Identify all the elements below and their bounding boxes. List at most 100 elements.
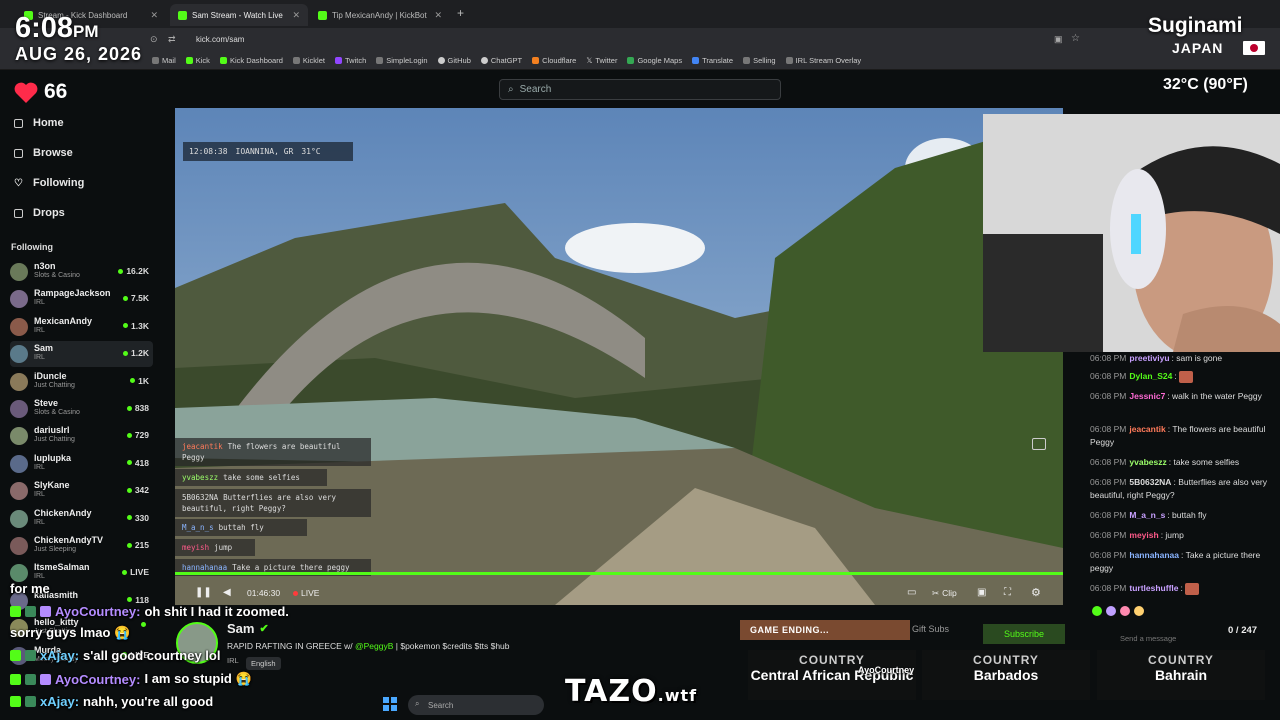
bookmark-star-icon[interactable]: ☆ [1071,33,1080,44]
clip-button[interactable]: ✂ Clip [932,588,957,599]
title-text: RAPID RAFTING IN GREECE w/ [227,641,353,651]
video-progress-bar[interactable] [175,572,1063,575]
install-icon[interactable]: ▣ [1054,34,1063,45]
chat-username[interactable]: jeacantik [1129,424,1165,434]
chat-username[interactable]: meyish [1129,530,1158,540]
following-channel[interactable]: ChickenAndy IRL 330 [10,506,153,532]
picture-in-picture-icon[interactable] [1032,438,1046,450]
emote-icon[interactable] [1092,606,1102,616]
viewer-value: 418 [134,457,149,468]
chat-message: 06:08 PM Jessnic7: walk in the water Pegg… [1090,391,1262,401]
nav-home[interactable]: Home [14,117,64,129]
bookmark-kick[interactable]: Kick [185,56,210,65]
following-channel[interactable]: Steve Slots & Casino 838 [10,396,153,422]
theater-icon[interactable]: ▭ [907,587,916,598]
avatar [10,345,28,364]
miniplayer-icon[interactable]: ▣ [977,587,986,598]
tab-kickbot[interactable]: Tip MexicanAndy | KickBot ✕ [310,4,450,26]
title-mention[interactable]: @PeggyB [355,641,393,651]
browser-tab-bar: Stream - Kick Dashboard ✕ Sam Stream - W… [0,0,1280,28]
chat-username[interactable]: Jessnic7 [1129,391,1165,401]
bookmark-selling[interactable]: Selling [743,56,776,65]
location-country: JAPAN [1172,40,1224,56]
webcam-overlay [983,114,1280,352]
nav-drops[interactable]: Drops [14,207,65,219]
following-channel[interactable]: Sam IRL 1.2K [10,341,153,368]
chat-username[interactable]: turtleshuffle [1129,583,1178,593]
player-tag: AyoCourtney [858,665,915,675]
verified-icon: ✔ [259,623,269,635]
bookmark-google-maps[interactable]: Google Maps [627,56,682,65]
stream-category[interactable]: IRL [227,656,239,665]
nav-browse[interactable]: Browse [14,147,73,159]
overlay-chat-text: nahh, you're all good [83,694,214,709]
bookmark-translate[interactable]: Translate [692,56,733,65]
settings-gear-icon[interactable]: ⚙ [1031,586,1041,599]
windows-start-icon[interactable] [383,697,397,711]
streamer-name[interactable]: Sam ✔ [227,621,269,636]
chat-timestamp: 06:08 PM [1090,550,1127,560]
channel-category: IRL [34,518,45,526]
viewer-count: 418 [126,457,149,468]
bookmark-chatgpt[interactable]: ChatGPT [480,56,522,65]
chat-input[interactable]: Send a message [1090,634,1275,650]
country-card: COUNTRY Bahrain [1097,650,1265,700]
close-icon[interactable]: ✕ [292,10,300,21]
video-frame [175,108,1063,605]
close-icon[interactable]: ✕ [434,10,442,21]
url-field[interactable]: kick.com/sam [196,35,244,44]
following-channel[interactable]: lupIupka IRL 418 [10,451,153,477]
nav-following[interactable]: ♡ Following [14,177,84,189]
search-input[interactable]: ⌕ Search [499,79,781,100]
kick-badge-icon [10,696,21,707]
chat-username[interactable]: Dylan_S24 [1129,371,1172,381]
volume-icon[interactable]: ◀ [223,587,231,598]
tab-sam-stream[interactable]: Sam Stream - Watch Live o ✕ [170,4,308,26]
chat-username[interactable]: 5B0632NA [1129,477,1171,487]
fullscreen-icon[interactable]: ⛶ [1004,587,1011,598]
channel-name: ChickenAndy [34,507,92,518]
language-tag[interactable]: English [246,657,281,670]
following-channel[interactable]: SlyKane IRL 342 [10,478,153,504]
overlay-chat-user: xAjay: [40,648,80,663]
chat-username[interactable]: hannahanaa [1129,550,1179,560]
following-channel[interactable]: iDuncle Just Chatting 1K [10,369,153,395]
overlay-chat-line: xAjay: nahh, you're all good [10,694,213,709]
channel-category: Just Sleeping [34,546,77,553]
following-channel[interactable]: MexicanAndy IRL 1.3K [10,314,153,340]
close-icon[interactable]: ✕ [150,10,158,21]
following-channel[interactable]: n3on Slots & Casino 16.2K [10,259,153,285]
bookmark-mail[interactable]: Mail [152,56,176,65]
chat-username[interactable]: yvabeszz [1129,457,1166,467]
taskbar-search[interactable]: ⌕ Search [408,695,544,715]
bookmark-cloudflare[interactable]: Cloudflare [532,56,576,65]
bookmark-simplelogin[interactable]: SimpleLogin [376,56,428,65]
chat-timestamp: 06:08 PM [1090,583,1127,593]
bookmark-kicklet[interactable]: Kicklet [292,56,325,65]
following-channel[interactable]: dariusIrl Just Chatting 729 [10,423,153,449]
video-player[interactable] [175,108,1063,605]
following-channel[interactable]: RampageJackson IRL 7.5K [10,286,153,312]
chat-username[interactable]: preetiviyu [1129,353,1169,363]
bookmark-github[interactable]: GitHub [437,56,471,65]
emote-icon[interactable] [1120,606,1130,616]
bookmark-kick-dashboard[interactable]: Kick Dashboard [219,56,283,65]
following-channel[interactable]: ChickenAndyTV Just Sleeping 215 [10,533,153,559]
emote-icon[interactable] [1106,606,1116,616]
site-info-icon[interactable]: ⊙ [150,34,158,45]
new-tab-button[interactable]: + [457,6,464,20]
video-controls: ❚❚ ◀ 01:46:30 LIVE ▭ ✂ Clip ▣ ⛶ ⚙ [175,585,1063,603]
gift-subs-button[interactable]: Gift Subs [912,624,949,634]
overlay-chat-line: for me [10,581,50,596]
overlay-chat-line: xAjay: s'all good courtney lol [10,648,220,663]
subscribe-button[interactable]: Subscribe [983,624,1065,644]
chat-username[interactable]: M_a_n_s [1129,510,1165,520]
bookmark-twitter[interactable]: 𝕏 Twitter [586,56,617,65]
tune-icon[interactable]: ⇄ [168,34,176,45]
bookmark-irl-overlay[interactable]: IRL Stream Overlay [785,56,861,65]
country-label: COUNTRY [1148,653,1214,667]
bookmark-twitch[interactable]: Twitch [334,56,366,65]
chat-text: walk in the water Peggy [1172,391,1262,401]
emote-icon[interactable] [1134,606,1144,616]
pause-icon[interactable]: ❚❚ [195,587,212,598]
